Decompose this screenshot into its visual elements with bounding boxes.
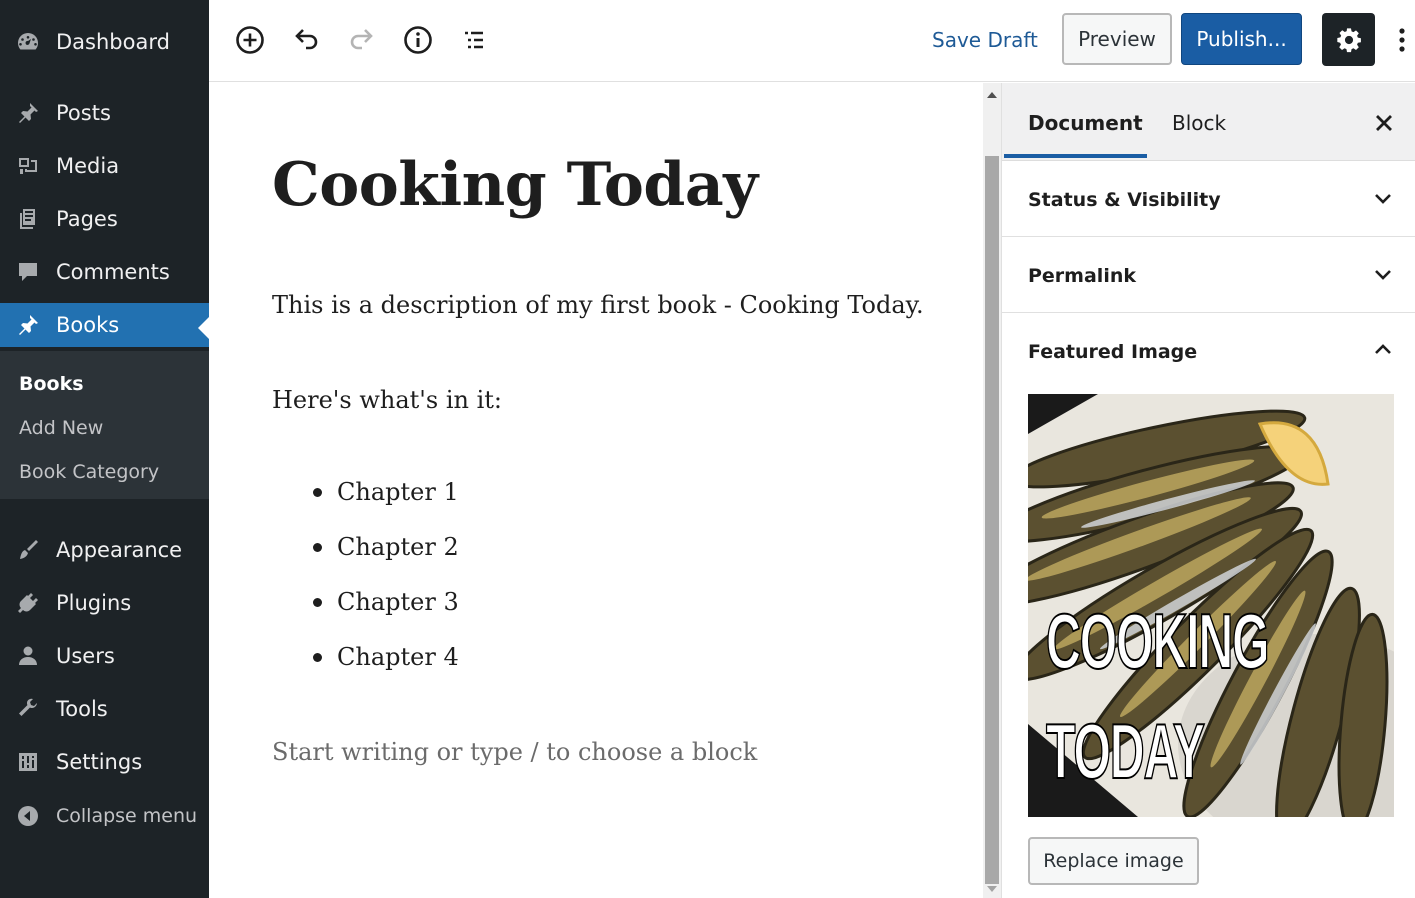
paragraph-block[interactable]: Here's what's in it:: [272, 386, 502, 414]
bullet-icon: [313, 598, 322, 607]
list-item-text: Chapter 3: [337, 588, 459, 616]
more-options-button[interactable]: [1391, 22, 1413, 58]
panel-title: Status & Visibility: [1028, 189, 1221, 211]
menu-label-users: Users: [56, 644, 115, 668]
comment-icon: [14, 260, 42, 284]
menu-label-appearance: Appearance: [56, 538, 183, 562]
list-block[interactable]: Chapter 1 Chapter 2 Chapter 3 Chapter 4: [272, 478, 459, 698]
wrench-icon: [14, 697, 42, 721]
tab-document[interactable]: Document: [1028, 111, 1143, 135]
pin-icon: [14, 313, 42, 337]
menu-label-tools: Tools: [56, 697, 108, 721]
settings-sliders-icon: [14, 750, 42, 774]
list-item[interactable]: Chapter 2: [272, 533, 459, 588]
tab-block[interactable]: Block: [1172, 111, 1226, 135]
block-editor-app: Dashboard Posts Media Pages Comments Boo…: [0, 0, 1415, 898]
preview-button[interactable]: Preview: [1062, 13, 1172, 65]
scroll-up-arrow-icon[interactable]: [987, 92, 997, 98]
settings-toggle-button[interactable]: [1322, 13, 1375, 66]
add-block-icon[interactable]: [232, 22, 268, 58]
dashboard-icon: [14, 30, 42, 54]
close-icon[interactable]: [1370, 109, 1398, 137]
menu-label-settings: Settings: [56, 750, 143, 774]
featured-image-caption-line: TODAY: [1045, 707, 1205, 795]
menu-label-collapse: Collapse menu: [56, 805, 198, 827]
save-draft-button[interactable]: Save Draft: [932, 28, 1038, 52]
user-icon: [14, 644, 42, 668]
info-icon[interactable]: [400, 22, 436, 58]
brush-icon: [14, 538, 42, 562]
menu-label-books: Books: [56, 313, 120, 337]
panel-title: Permalink: [1028, 265, 1136, 287]
replace-image-button[interactable]: Replace image: [1028, 837, 1199, 885]
menu-item-appearance[interactable]: Appearance: [0, 528, 209, 572]
undo-icon[interactable]: [288, 22, 324, 58]
submenu-item-add-new[interactable]: Add New: [19, 417, 103, 439]
menu-item-settings[interactable]: Settings: [0, 740, 209, 784]
menu-label-posts: Posts: [56, 101, 111, 125]
sidebar-tabs: Document Block: [1002, 83, 1415, 161]
menu-item-users[interactable]: Users: [0, 634, 209, 678]
scroll-down-arrow-icon[interactable]: [987, 886, 997, 892]
list-item[interactable]: Chapter 4: [272, 643, 459, 698]
bullet-icon: [313, 543, 322, 552]
bullet-icon: [313, 488, 322, 497]
menu-item-tools[interactable]: Tools: [0, 687, 209, 731]
menu-item-posts[interactable]: Posts: [0, 91, 209, 135]
featured-image[interactable]: COOKING TODAY: [1028, 394, 1394, 817]
menu-label-pages: Pages: [56, 207, 118, 231]
admin-sidebar: Dashboard Posts Media Pages Comments Boo…: [0, 0, 209, 898]
featured-image-panel-header[interactable]: Featured Image: [1002, 313, 1415, 389]
editor-scrollbar[interactable]: [983, 83, 1001, 898]
settings-sidebar: Document Block Status & Visibility Perma…: [1001, 83, 1415, 898]
active-tab-indicator: [1004, 154, 1147, 158]
panel-title: Featured Image: [1028, 341, 1198, 363]
gear-icon: [1336, 27, 1361, 52]
pages-icon: [14, 207, 42, 231]
menu-label-comments: Comments: [56, 260, 170, 284]
media-icon: [14, 154, 42, 178]
menu-item-pages[interactable]: Pages: [0, 197, 209, 241]
list-view-icon[interactable]: [456, 22, 492, 58]
menu-item-books[interactable]: Books: [0, 303, 209, 347]
paragraph-block[interactable]: This is a description of my first book -…: [272, 291, 924, 319]
featured-image-caption-line: COOKING: [1045, 597, 1270, 685]
list-item-text: Chapter 4: [337, 643, 459, 671]
menu-item-comments[interactable]: Comments: [0, 250, 209, 294]
panel-permalink[interactable]: Permalink: [1002, 237, 1415, 313]
chevron-down-icon: [1375, 194, 1391, 204]
editor-toolbar: Save Draft Preview Publish...: [209, 0, 1415, 82]
list-item[interactable]: Chapter 1: [272, 478, 459, 533]
menu-item-plugins[interactable]: Plugins: [0, 581, 209, 625]
chevron-up-icon: [1375, 344, 1391, 354]
menu-label-plugins: Plugins: [56, 591, 132, 615]
more-vertical-icon: [1399, 28, 1405, 52]
redo-icon[interactable]: [344, 22, 380, 58]
editor-canvas: Cooking Today This is a description of m…: [209, 83, 983, 898]
panel-status-visibility[interactable]: Status & Visibility: [1002, 161, 1415, 237]
menu-label-media: Media: [56, 154, 120, 178]
books-submenu: Books Add New Book Category: [0, 351, 209, 499]
list-item-text: Chapter 1: [337, 478, 459, 506]
scrollbar-thumb[interactable]: [985, 156, 999, 884]
block-appender-placeholder[interactable]: Start writing or type / to choose a bloc…: [272, 738, 757, 766]
menu-item-media[interactable]: Media: [0, 144, 209, 188]
publish-button[interactable]: Publish...: [1181, 13, 1302, 65]
bullet-icon: [313, 653, 322, 662]
collapse-arrow-icon: [14, 804, 42, 828]
chevron-down-icon: [1375, 270, 1391, 280]
menu-item-dashboard[interactable]: Dashboard: [0, 20, 209, 64]
pin-icon: [14, 101, 42, 125]
active-indicator: [198, 317, 209, 339]
list-item[interactable]: Chapter 3: [272, 588, 459, 643]
plug-icon: [14, 591, 42, 615]
collapse-menu-button[interactable]: Collapse menu: [0, 794, 209, 838]
list-item-text: Chapter 2: [337, 533, 459, 561]
submenu-item-book-category[interactable]: Book Category: [19, 461, 159, 483]
submenu-item-books[interactable]: Books: [19, 373, 84, 395]
menu-label-dashboard: Dashboard: [56, 30, 170, 54]
post-title[interactable]: Cooking Today: [272, 150, 758, 220]
